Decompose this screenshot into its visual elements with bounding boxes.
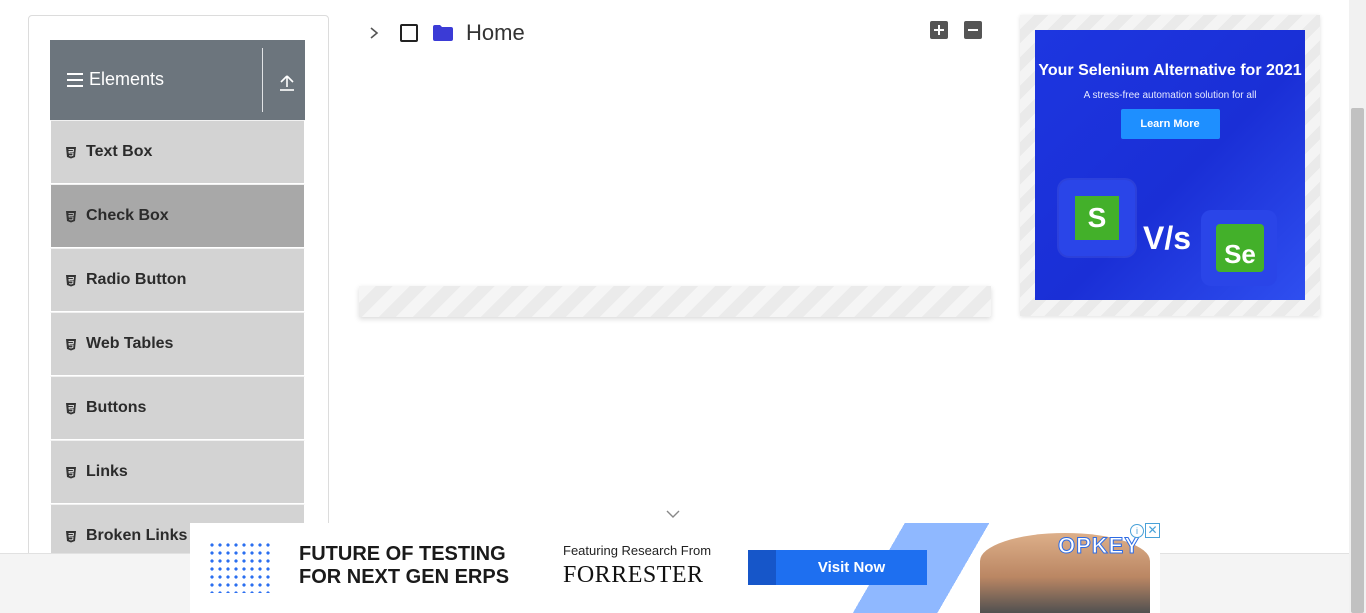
tree-node-label[interactable]: Home [466, 20, 525, 46]
scrollbar-thumb[interactable] [1351, 108, 1364, 613]
menu-item-links[interactable]: Links [50, 440, 305, 504]
header-divider [262, 48, 263, 112]
ad-close-button[interactable]: ✕ [1145, 523, 1160, 538]
expand-all-button[interactable] [930, 21, 948, 39]
tree-controls [930, 21, 982, 39]
group-title: Elements [89, 69, 165, 89]
menu-item-label: Buttons [86, 399, 147, 416]
elements-group-header[interactable]: Elements [50, 40, 305, 120]
dot-grid-graphic [208, 541, 270, 593]
selenium-logo: Se [1201, 210, 1277, 286]
elements-menu: Text Box Check Box Radio Button Web Tabl… [50, 120, 305, 568]
right-ad[interactable]: Your Selenium Alternative for 2021 A str… [1035, 30, 1305, 300]
collapse-arrow-icon[interactable] [278, 74, 296, 92]
bottom-ad[interactable]: FUTURE OF TESTING FOR NEXT GEN ERPS Feat… [190, 523, 1160, 613]
html5-icon [66, 338, 76, 350]
visit-now-button[interactable]: Visit Now [748, 550, 927, 585]
opkey-logo: OPKEY [1057, 533, 1141, 559]
html5-icon [66, 274, 76, 286]
menu-item-buttons[interactable]: Buttons [50, 376, 305, 440]
html5-icon [66, 210, 76, 222]
tree-checkbox[interactable] [400, 24, 418, 42]
ad-title: FUTURE OF TESTING FOR NEXT GEN ERPS [299, 543, 510, 588]
menu-item-label: Broken Links - [86, 527, 198, 544]
menu-item-label: Web Tables [86, 335, 174, 352]
vertical-scrollbar[interactable] [1349, 0, 1366, 613]
html5-icon [66, 466, 76, 478]
html5-icon [66, 530, 76, 542]
forrester-logo: FORRESTER [563, 562, 704, 588]
katalon-logo: S [1059, 180, 1135, 256]
ad-headline: Your Selenium Alternative for 2021 [1038, 62, 1302, 79]
menu-item-radio-button[interactable]: Radio Button [50, 248, 305, 312]
ad-featuring-text: Featuring Research From [563, 543, 712, 558]
menu-item-web-tables[interactable]: Web Tables [50, 312, 305, 376]
menu-item-label: Radio Button [86, 271, 187, 288]
chevron-right-icon[interactable] [368, 26, 380, 40]
pattern-banner [359, 286, 991, 317]
hamburger-icon [67, 73, 83, 87]
learn-more-button[interactable]: Learn More [1120, 109, 1220, 139]
menu-item-text-box[interactable]: Text Box [50, 120, 305, 184]
menu-item-label: Check Box [86, 207, 169, 224]
ad-info-icon[interactable]: i [1130, 524, 1144, 538]
menu-item-check-box[interactable]: Check Box [50, 184, 305, 248]
collapse-all-button[interactable] [964, 21, 982, 39]
folder-icon [433, 25, 453, 41]
menu-item-label: Text Box [86, 143, 153, 160]
versus-text: V/s [1143, 220, 1192, 256]
page: Elements Text Box Check Box Radio Button… [0, 0, 1366, 613]
html5-icon [66, 402, 76, 414]
chevron-down-icon [666, 510, 680, 518]
menu-item-label: Links [86, 463, 128, 480]
html5-icon [66, 146, 76, 158]
ad-subhead: A stress-free automation solution for al… [1083, 90, 1257, 101]
tree-node-home: Home [368, 17, 525, 49]
